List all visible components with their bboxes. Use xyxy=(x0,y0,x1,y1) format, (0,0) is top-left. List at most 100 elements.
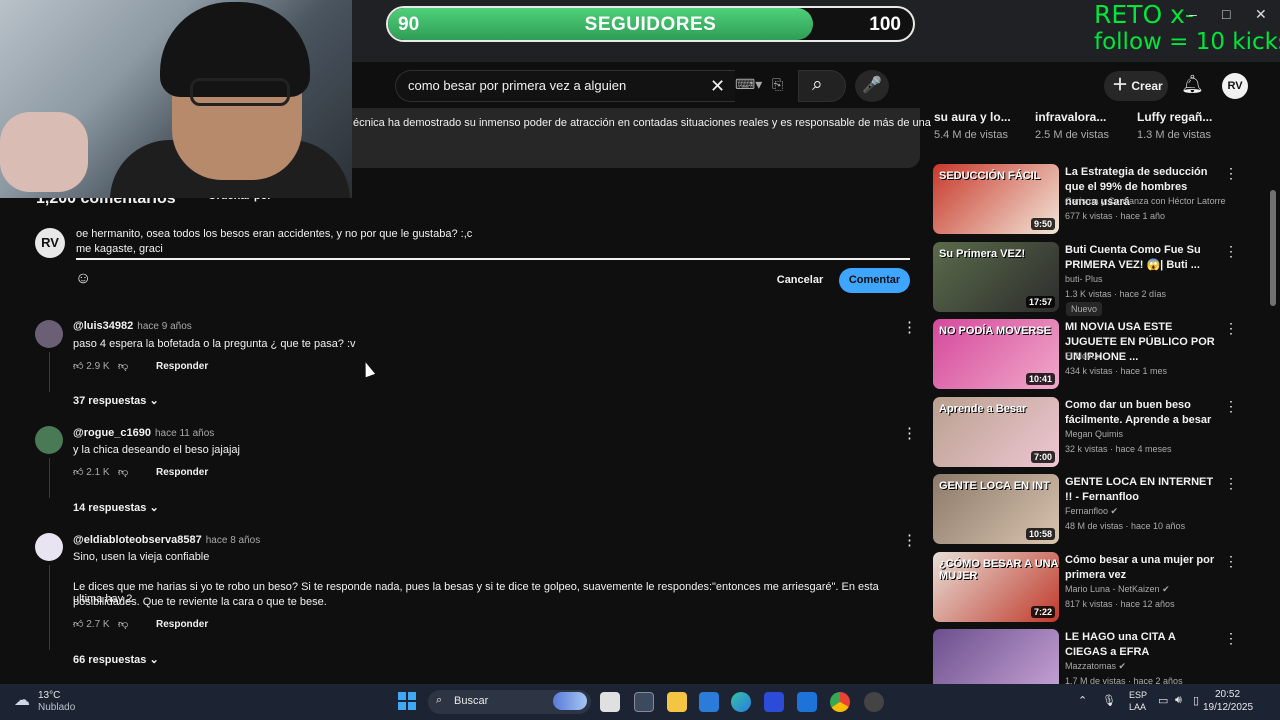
more-options-icon[interactable]: ⋮ xyxy=(1224,165,1238,182)
notifications-bell-icon[interactable]: 🔔︎ xyxy=(1181,74,1204,95)
related-video-title[interactable]: GENTE LOCA EN INTERNET !! - Fernanfloo xyxy=(1065,475,1220,505)
app-icon[interactable] xyxy=(634,692,654,712)
transliteration-icon[interactable]: ⌨▾ xyxy=(735,76,762,93)
microphone-icon[interactable]: 🎤 xyxy=(855,70,889,102)
reply-button[interactable]: Responder xyxy=(156,361,208,372)
emoji-icon[interactable]: ☺ xyxy=(75,270,95,290)
app-icon-2[interactable] xyxy=(864,692,884,712)
more-options-icon[interactable]: ⋮ xyxy=(1224,630,1238,647)
comment-author[interactable]: @rogue_c1690 hace 11 años xyxy=(73,427,214,439)
thumbs-down-icon[interactable]: 👎︎ xyxy=(118,619,128,630)
related-video-title[interactable]: Luffy regañ... xyxy=(1137,110,1212,124)
channel-name[interactable]: Mazzatomas xyxy=(1065,661,1116,671)
channel-name[interactable]: Megan Quimis xyxy=(1065,429,1123,439)
search-highlight-icon[interactable] xyxy=(553,692,587,710)
clear-search-icon[interactable]: ✕ xyxy=(710,76,725,97)
replies-toggle[interactable]: 66 respuestas ⌄ xyxy=(73,653,159,666)
video-thumbnail[interactable]: Su Primera VEZ! 17:57 xyxy=(933,241,1059,312)
replies-toggle[interactable]: 37 respuestas ⌄ xyxy=(73,394,159,407)
task-view-icon[interactable] xyxy=(600,692,620,712)
chevron-up-icon[interactable]: ⌃ xyxy=(1078,694,1087,707)
minimize-icon[interactable]: – xyxy=(1189,6,1197,22)
author-name[interactable]: @rogue_c1690 xyxy=(73,427,151,439)
comment-time[interactable]: hace 8 años xyxy=(206,535,261,546)
channel-name[interactable]: Fernanfloo xyxy=(1065,506,1108,516)
more-options-icon[interactable]: ⋮ xyxy=(1224,398,1238,415)
comment-draft-line1[interactable]: oe hermanito, osea todos los besos eran … xyxy=(76,228,472,240)
channel-name[interactable]: Carisma y Confianza con Héctor Latorre xyxy=(1065,196,1226,206)
author-name[interactable]: @eldiabloteobserva8587 xyxy=(73,534,202,546)
related-video-title[interactable]: LE HAGO una CITA A CIEGAS a EFRA xyxy=(1065,630,1220,660)
video-thumbnail[interactable]: Aprende a Besar 7:00 xyxy=(933,396,1059,467)
video-thumbnail[interactable]: NO PODÍA MOVERSE 10:41 xyxy=(933,319,1059,389)
create-button[interactable]: ＋ Crear xyxy=(1104,71,1168,101)
related-video-channel[interactable]: Mario Luna - NetKaizen ✔ xyxy=(1065,584,1170,595)
keyboard-icon[interactable]: ⎘ xyxy=(772,76,783,93)
related-video-title[interactable]: su aura y lo... xyxy=(934,110,1011,124)
channel-name[interactable]: El Novux xyxy=(1065,351,1101,361)
video-thumbnail[interactable]: SEDUCCIÓN FÁCIL 9:50 xyxy=(933,164,1059,234)
search-icon[interactable]: ⌕ xyxy=(812,74,823,96)
comment-avatar[interactable] xyxy=(35,533,63,561)
comment-author[interactable]: @eldiabloteobserva8587 hace 8 años xyxy=(73,534,260,546)
taskbar-search-label[interactable]: Buscar xyxy=(454,695,488,707)
network-icon[interactable]: ▭ xyxy=(1158,694,1168,707)
input-language-2[interactable]: LAA xyxy=(1129,702,1146,712)
more-options-icon[interactable]: ⋮ xyxy=(1224,320,1238,337)
file-explorer-icon[interactable] xyxy=(667,692,687,712)
battery-icon[interactable]: ▯ xyxy=(1193,694,1199,707)
more-options-icon[interactable]: ⋮ xyxy=(1224,243,1238,260)
thumbs-down-icon[interactable]: 👎︎ xyxy=(118,361,128,372)
clock-date[interactable]: 19/12/2025 xyxy=(1203,702,1253,713)
related-video-channel[interactable]: Carisma y Confianza con Héctor Latorre xyxy=(1065,196,1226,206)
microphone-tray-icon[interactable]: 🎙︎ xyxy=(1102,694,1116,707)
edge-icon[interactable] xyxy=(731,692,751,712)
maximize-icon[interactable]: □ xyxy=(1222,6,1230,22)
thumbs-down-icon[interactable]: 👎︎ xyxy=(118,467,128,478)
related-video-channel[interactable]: El Novux xyxy=(1065,351,1101,361)
clock-time[interactable]: 20:52 xyxy=(1215,689,1240,700)
channel-name[interactable]: Mario Luna - NetKaizen xyxy=(1065,584,1160,594)
more-options-icon[interactable]: ⋮ xyxy=(1224,475,1238,492)
related-video-title[interactable]: infravalora... xyxy=(1035,110,1106,124)
more-options-icon[interactable]: ⋮ xyxy=(902,424,917,442)
thumbs-up-icon[interactable]: 👍︎ xyxy=(73,361,83,372)
weather-temp[interactable]: 13°C xyxy=(38,690,60,701)
reply-button[interactable]: Responder xyxy=(156,467,208,478)
close-window-icon[interactable]: ✕ xyxy=(1255,6,1267,23)
comment-draft-line2[interactable]: me kagaste, graci xyxy=(76,243,163,255)
malwarebytes-icon[interactable] xyxy=(764,692,784,712)
reply-button[interactable]: Responder xyxy=(156,619,208,630)
replies-count[interactable]: 37 respuestas xyxy=(73,395,146,407)
author-name[interactable]: @luis34982 xyxy=(73,320,133,332)
thumbs-up-icon[interactable]: 👍︎ xyxy=(73,467,83,478)
comment-avatar[interactable] xyxy=(35,426,63,454)
chrome-icon[interactable] xyxy=(830,692,850,712)
volume-icon[interactable]: 🔊︎ xyxy=(1175,694,1182,707)
scrollbar[interactable] xyxy=(1270,190,1276,306)
cancel-button[interactable]: Cancelar xyxy=(770,268,830,292)
replies-toggle[interactable]: 14 respuestas ⌄ xyxy=(73,501,159,514)
comment-time[interactable]: hace 9 años xyxy=(137,321,192,332)
related-video-channel[interactable]: Fernanfloo ✔ xyxy=(1065,506,1118,517)
video-thumbnail[interactable]: ¿CÓMO BESAR A UNA MUJER 7:22 xyxy=(933,551,1059,622)
replies-count[interactable]: 14 respuestas xyxy=(73,502,146,514)
search-query-text[interactable]: como besar por primera vez a alguien xyxy=(408,78,626,93)
related-video-channel[interactable]: Mazzatomas ✔ xyxy=(1065,661,1126,672)
input-language-1[interactable]: ESP xyxy=(1129,690,1147,700)
related-video-title[interactable]: Cómo besar a una mujer por primera vez xyxy=(1065,553,1220,583)
replies-count[interactable]: 66 respuestas xyxy=(73,654,146,666)
weather-desc[interactable]: Nublado xyxy=(38,702,75,713)
cloud-icon[interactable]: ☁ xyxy=(14,690,30,710)
related-video-title[interactable]: Como dar un buen beso fácilmente. Aprend… xyxy=(1065,398,1220,428)
comment-time[interactable]: hace 11 años xyxy=(155,428,214,439)
comment-author[interactable]: @luis34982 hace 9 años xyxy=(73,320,192,332)
related-video-channel[interactable]: buti- Plus xyxy=(1065,274,1103,284)
more-options-icon[interactable]: ⋮ xyxy=(902,531,917,549)
submit-comment-button[interactable]: Comentar xyxy=(839,268,910,293)
related-video-channel[interactable]: Megan Quimis xyxy=(1065,429,1123,439)
thumbs-up-icon[interactable]: 👍︎ xyxy=(73,619,83,630)
channel-name[interactable]: buti- Plus xyxy=(1065,274,1103,284)
store-icon[interactable] xyxy=(699,692,719,712)
more-options-icon[interactable]: ⋮ xyxy=(902,318,917,336)
